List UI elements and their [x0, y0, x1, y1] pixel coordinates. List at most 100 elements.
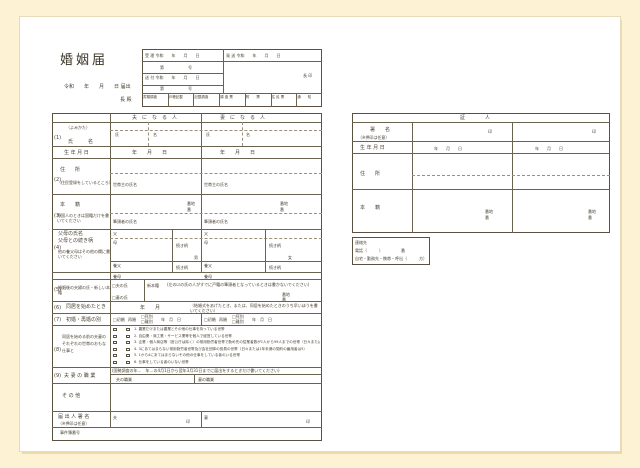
job-option-text: 6. 仕事をしている者のいない世帯: [134, 359, 189, 364]
occupation-label: 夫 妻 の 職 業: [64, 373, 96, 379]
marriage-registration-form: 婚姻届 令和 年 月 日 届出 長 殿 受 理 令和 年 月 日 第 号 送 付…: [20, 17, 620, 451]
row-number-1: (1): [54, 135, 62, 141]
husband-occupation-field[interactable]: 夫の職業: [116, 377, 132, 382]
row-number-9: (9): [54, 373, 62, 379]
witness-table: [352, 113, 610, 233]
wife-relation-label: 続き柄: [269, 243, 281, 248]
wife-divorced[interactable]: □離別: [232, 319, 244, 324]
main-form-table: [52, 113, 322, 441]
option-wife-surname[interactable]: □妻の氏: [112, 295, 128, 300]
sent-number: 第 号: [160, 86, 192, 91]
cohabit-field[interactable]: 年 月: [140, 305, 160, 311]
wife-column-header: 妻 に な る 人: [220, 115, 266, 121]
husband-prior-date[interactable]: 年 月 日: [161, 317, 181, 322]
parents-relation-label: 父母との続き柄: [58, 238, 93, 244]
husband-divorced[interactable]: □離別: [141, 319, 153, 324]
marriage-count-label: 初婚・再婚の別: [66, 317, 102, 323]
signer-note: （※押印は任意）: [58, 421, 90, 426]
row-number-6: (6): [54, 305, 62, 311]
received-number: 第 号: [160, 65, 192, 70]
husband-job-checkbox[interactable]: [113, 360, 117, 364]
honseki-label: 本 籍: [60, 202, 81, 208]
wife-first-marriage[interactable]: □初婚: [204, 317, 216, 322]
job-option-text: 1. 農業だけまたは農業とその他の仕事を持っている世帯: [134, 327, 225, 331]
husband-adopt-relation: 続き柄: [176, 265, 188, 270]
wife-job-checkbox[interactable]: [126, 341, 130, 344]
wife-job-checkbox[interactable]: [126, 328, 130, 331]
witness1-banchi: 番地: [485, 209, 493, 214]
husband-job-checkbox[interactable]: [113, 334, 117, 338]
address-label: 住 所: [60, 167, 81, 173]
husband-job-checkbox[interactable]: [113, 341, 117, 344]
contact-phone-field[interactable]: 電話（ ） 番: [355, 248, 405, 253]
review-cell: 附 票: [245, 95, 260, 99]
wife-job-checkbox[interactable]: [126, 347, 130, 351]
witness-signature-label: 署 名: [370, 127, 391, 133]
husband-seal: 印: [186, 419, 190, 424]
wife-householder-label: 世帯主の氏名: [204, 182, 228, 187]
review-cell: 戸籍記載: [168, 95, 183, 99]
sent-date: 送 付 令和 年 月 日: [145, 75, 200, 80]
parents-note: 他の養父母はその他の欄に書いてください: [58, 249, 110, 259]
husband-column-header: 夫 に な る 人: [132, 115, 178, 121]
wife-signature-field[interactable]: 妻: [204, 415, 208, 420]
received-date: 受 理 令和 年 月 日: [145, 53, 200, 58]
wife-family-name-label: 氏: [206, 132, 210, 137]
witness2-seal: 印: [592, 129, 596, 134]
witness-header: 証 人: [460, 115, 491, 121]
wife-seal: 印: [306, 419, 310, 424]
signer-label: 届 出 人 署 名: [58, 414, 90, 420]
husband-mother-label: 母: [113, 240, 117, 245]
husband-job-checkbox[interactable]: [113, 354, 117, 357]
address-note: （住民登録をしているところ）: [57, 180, 113, 185]
husband-ban: 番: [187, 207, 191, 212]
husband-son-mark: 男: [194, 255, 198, 260]
case-number-label: 事件簿番号: [60, 430, 80, 435]
wife-remarriage[interactable]: 再婚: [219, 317, 227, 322]
review-cell: 調 査 票: [220, 95, 233, 99]
witness-signature-note: （※押印は任意）: [358, 135, 390, 140]
name-label: 氏 名: [68, 139, 94, 145]
filing-date[interactable]: 令和 年 月 日 届出: [64, 84, 131, 90]
wife-occupation-field[interactable]: 妻の職業: [198, 377, 214, 382]
husband-birth-field[interactable]: 年 月 日: [132, 150, 167, 156]
husband-father-label: 父: [113, 231, 117, 236]
recipient-label: 長 殿: [120, 97, 132, 103]
wife-birth-field[interactable]: 年 月 日: [220, 150, 255, 156]
husband-remarriage[interactable]: 再婚: [128, 317, 136, 322]
witness1-seal: 印: [488, 129, 492, 134]
husband-job-checkbox[interactable]: [113, 347, 117, 351]
husband-job-checkbox[interactable]: [113, 328, 117, 331]
wife-ban: 番: [280, 207, 284, 212]
new-honseki-label: 新本籍: [147, 283, 159, 288]
husband-head-label: 筆頭者の氏名: [113, 219, 137, 224]
wife-banchi: 番地: [280, 201, 288, 206]
chief-seal: 長 印: [303, 73, 313, 78]
census-note: (国勢調査の年… 年…の4月1日から翌年3月31日までに届出をするときだけ書いて…: [112, 368, 280, 373]
wife-adopt-father: 養父: [204, 263, 212, 268]
wife-adopt-relation: 続き柄: [269, 265, 281, 270]
job-option-text: 2. 自由業・商工業・サービス業等を個人で経営している世帯: [134, 333, 232, 338]
honseki-note: 外国人のときは国籍だけを書いてください: [57, 213, 109, 223]
option-husband-surname[interactable]: □夫の氏: [112, 283, 128, 288]
witness1-birth-field[interactable]: 年 月 日: [434, 146, 462, 151]
contact-options[interactable]: 自宅・勤務先・携帯・呼出（ 方）: [355, 256, 427, 261]
new-honseki-note: (左の☑の氏の人がすでに戸籍の筆頭者となっているときは書かないでください): [167, 282, 310, 287]
contact-title: 連絡先: [355, 240, 367, 245]
witness1-ban: 番: [485, 215, 489, 220]
wife-job-checkbox[interactable]: [126, 360, 130, 364]
wife-given-name-label: 名: [246, 132, 250, 137]
new-family-label: 婚姻後の夫婦の氏・新しい本籍: [58, 285, 110, 295]
husband-relation-label: 続き柄: [176, 243, 188, 248]
other-label: そ の 他: [62, 393, 81, 399]
husband-signature-field[interactable]: 夫: [113, 415, 117, 420]
husband-first-marriage[interactable]: □初婚: [113, 317, 125, 322]
wife-prior-date[interactable]: 年 月 日: [252, 317, 272, 322]
cohabit-note: （結婚式をあげたとき、または、同居を始めたときのうち早いほうを書いてください）: [190, 303, 318, 313]
wife-job-checkbox[interactable]: [126, 334, 130, 338]
witness2-ban: 番: [588, 215, 592, 220]
wife-job-checkbox[interactable]: [126, 354, 130, 357]
review-cell: 通 知: [297, 95, 312, 99]
row-number-8: (8): [54, 347, 62, 353]
witness2-birth-field[interactable]: 年 月 日: [535, 146, 563, 151]
